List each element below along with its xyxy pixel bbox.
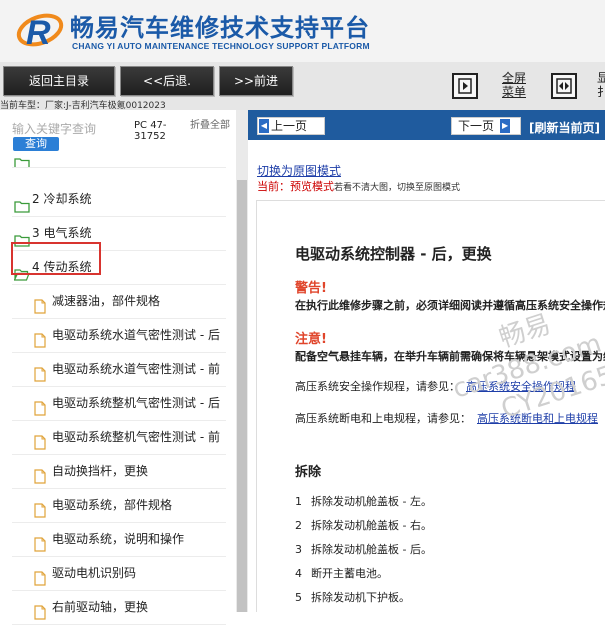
prev-page-button[interactable]: ◀ 上一页 (257, 117, 325, 135)
collapse-all-link[interactable]: 折叠全部 (190, 120, 230, 131)
remove-step: 2 拆除发动机舱盖板 - 右。 (295, 517, 432, 533)
remove-step: 5 拆除发动机下护板。 (295, 589, 410, 605)
folder-icon (14, 193, 30, 216)
tree-item-label: 电驱动系统，部件规格 (52, 498, 173, 512)
remove-heading: 拆除 (295, 465, 322, 480)
next-page-button[interactable]: 下一页 ▶ (451, 117, 521, 135)
split-view-icon (556, 78, 572, 94)
mode-prefix: 当前： (257, 180, 290, 193)
step-number: 1 (295, 495, 302, 508)
remove-step: 3 拆除发动机舱盖板 - 后。 (295, 541, 432, 557)
tree-doc-item[interactable]: 电驱动系统，说明和操作 (12, 523, 226, 557)
document-icon (34, 498, 46, 522)
chang-yi-logo-icon: R (14, 6, 64, 56)
back-button[interactable]: <<后退. (120, 66, 214, 96)
step-text: 拆除发动机舱盖板 - 左。 (311, 495, 432, 508)
remove-step: 1 拆除发动机舱盖板 - 左。 (295, 493, 432, 509)
search-input[interactable] (12, 122, 100, 136)
fullscreen-menu-label-1: 全屏 (501, 71, 526, 85)
tree-item-label: 电驱动系统水道气密性测试 - 前 (52, 362, 220, 376)
home-button[interactable]: 返回主目录 (3, 66, 115, 96)
tree-doc-item[interactable]: 右前驱动轴，更换 (12, 591, 226, 625)
tree-item-label: 驱动电机识别码 (52, 566, 137, 580)
tree-item-label: 右前驱动轴，更换 (52, 600, 149, 614)
fullscreen-icon (458, 78, 472, 94)
display-toggle-label-2: 扌 (597, 85, 605, 99)
page-nav-bar: ◀ 上一页 下一页 ▶ [刷新当前页] (248, 110, 605, 140)
svg-text:R: R (26, 14, 51, 52)
caution-heading: 注意! (295, 332, 327, 347)
folder-icon (14, 150, 30, 167)
document-icon (34, 396, 46, 420)
content-panel: ◀ 上一页 下一页 ▶ [刷新当前页] 切换为原图模式 当前：预览模式若看不清大图，… (248, 110, 605, 612)
forward-button[interactable]: >>前进 (219, 66, 293, 96)
document-icon (34, 532, 46, 556)
tree-doc-item[interactable]: 电驱动系统水道气密性测试 - 后 (12, 319, 226, 353)
step-text: 拆除发动机下护板。 (311, 591, 410, 604)
fullscreen-button[interactable] (452, 73, 478, 99)
tree-item-label: 电驱动系统，说明和操作 (52, 532, 185, 546)
app-title: 畅易汽车维修技术支持平台 (70, 14, 370, 42)
fullscreen-menu-link[interactable]: 全屏 菜单 (497, 71, 531, 99)
document-icon (34, 566, 46, 590)
document-title: 电驱动系统控制器 - 后，更换 (295, 245, 492, 263)
reference-safety-text: 高压系统安全操作规程，请参见： (295, 380, 460, 393)
step-text: 断开主蓄电池。 (311, 567, 388, 580)
document-icon (34, 464, 46, 488)
next-page-label: 下一页 (458, 119, 495, 133)
document-icon (34, 328, 46, 352)
tree-doc-item[interactable]: 电驱动系统整机气密性测试 - 后 (12, 387, 226, 421)
step-number: 5 (295, 591, 302, 604)
tree-doc-item[interactable]: 驱动电机识别码 (12, 557, 226, 591)
tree-folder-item[interactable] (12, 150, 226, 168)
step-number: 3 (295, 543, 302, 556)
refresh-page-link[interactable]: [刷新当前页] (529, 119, 600, 136)
step-number: 2 (295, 519, 302, 532)
tree-doc-item[interactable]: 电驱动系统水道气密性测试 - 前 (12, 353, 226, 387)
tree-doc-item[interactable]: 电驱动系统整机气密性测试 - 前 (12, 421, 226, 455)
document-icon (34, 600, 46, 624)
prev-page-label: 上一页 (271, 119, 308, 133)
tree-item-label: 2 冷却系统 (32, 192, 92, 206)
search-button[interactable]: 查询 (13, 137, 59, 151)
sidebar: 查询 PC 47-31752 折叠全部 2 冷却系统3 电气系统4 传动系统减速… (0, 110, 248, 625)
arrow-left-icon: ◀ (259, 119, 269, 133)
mode-status: 当前：预览模式若看不清大图，切换至原图模式 (257, 178, 460, 194)
reference-power-text: 高压系统断电和上电规程，请参见： (295, 412, 471, 425)
warning-heading: 警告! (295, 281, 327, 296)
tree-folder-item[interactable]: 2 冷却系统 (12, 183, 226, 217)
document-icon (34, 430, 46, 454)
remove-step: 4 断开主蓄电池。 (295, 565, 388, 581)
tree-item-label: 减速器油，部件规格 (52, 294, 161, 308)
tree-doc-item[interactable]: 自动换挡杆，更换 (12, 455, 226, 489)
sidebar-scrollbar-thumb[interactable] (237, 180, 247, 612)
document-icon (34, 294, 46, 318)
step-text: 拆除发动机舱盖板 - 右。 (311, 519, 432, 532)
document-icon (34, 362, 46, 386)
tree-doc-item[interactable]: 减速器油，部件规格 (12, 285, 226, 319)
pc-code-label: PC 47-31752 (134, 120, 167, 142)
step-number: 4 (295, 567, 302, 580)
fullscreen-menu-label-2: 菜单 (501, 85, 526, 99)
step-text: 拆除发动机舱盖板 - 后。 (311, 543, 432, 556)
app-subtitle: CHANG YI AUTO MAINTENANCE TECHNOLOGY SUP… (72, 41, 370, 51)
tree-item-label: 电驱动系统整机气密性测试 - 前 (52, 430, 220, 444)
mode-hint: 若看不清大图，切换至原图模式 (334, 183, 461, 193)
tree-item-label: 电驱动系统水道气密性测试 - 后 (52, 328, 220, 342)
display-toggle-link[interactable]: 显 扌 (597, 71, 605, 99)
app-header: R 畅易汽车维修技术支持平台 CHANG YI AUTO MAINTENANCE… (0, 0, 605, 62)
switch-original-mode-link[interactable]: 切换为原图模式 (257, 162, 341, 179)
selected-tree-item-highlight (11, 242, 101, 275)
reference-power: 高压系统断电和上电规程，请参见： 高压系统断电和上电规程 (295, 410, 598, 426)
tree-doc-item[interactable]: 电驱动系统，部件规格 (12, 489, 226, 523)
split-view-button[interactable] (551, 73, 577, 99)
tree-item-label: 自动换挡杆，更换 (52, 464, 149, 478)
tree-item-label: 电驱动系统整机气密性测试 - 后 (52, 396, 220, 410)
mode-value: 预览模式 (290, 180, 334, 193)
arrow-right-icon: ▶ (500, 119, 511, 133)
display-toggle-label-1: 显 (597, 71, 605, 85)
